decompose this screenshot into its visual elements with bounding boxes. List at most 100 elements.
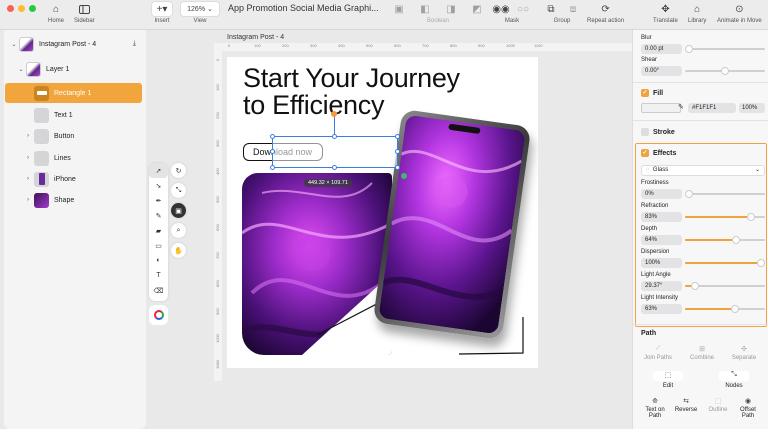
layer-item-selected[interactable]: Rectangle 1 xyxy=(5,83,142,103)
effect-param-slider[interactable] xyxy=(685,236,765,244)
close-window-button[interactable] xyxy=(7,5,14,12)
layer-item[interactable]: Text 1 xyxy=(4,105,146,125)
fill-checkbox[interactable]: ✓ xyxy=(641,89,649,97)
eyedropper-icon[interactable]: ✎ xyxy=(678,103,684,111)
fill-opacity-field[interactable]: 100% xyxy=(739,103,765,113)
chevron-right-icon[interactable]: › xyxy=(23,155,33,161)
resize-handle[interactable] xyxy=(270,134,275,139)
effect-param-slider[interactable] xyxy=(685,259,765,267)
mask-button[interactable]: ◉◉ ○○ Mask xyxy=(492,1,532,25)
layer-item[interactable]: › Lines xyxy=(4,148,146,168)
slider-knob[interactable] xyxy=(757,259,765,267)
resize-handle[interactable] xyxy=(395,134,400,139)
effect-param-field[interactable]: 29.37° xyxy=(641,281,682,291)
offset-path-button[interactable]: ◉ Offset Path xyxy=(733,397,763,419)
resize-handle[interactable] xyxy=(270,149,275,154)
crop-icon[interactable]: ▣ xyxy=(171,203,186,218)
effect-param-field[interactable]: 100% xyxy=(641,258,682,268)
join-paths-button[interactable]: ⟋ Join Paths xyxy=(643,345,673,361)
animate-in-move-button[interactable]: ⊙ Animate in Move xyxy=(717,1,762,25)
effect-type-select[interactable]: ◌ Glass ⌄ xyxy=(641,165,765,176)
outline-button[interactable]: ⬚ Outline xyxy=(703,397,733,413)
hand-icon[interactable]: ✋ xyxy=(171,243,186,258)
resize-icon[interactable]: ⤡ xyxy=(171,183,186,198)
group-button[interactable]: ⧉ ⧈ Group xyxy=(542,1,582,25)
effect-param-slider[interactable] xyxy=(685,305,765,313)
fill-swatch[interactable] xyxy=(641,103,681,113)
sidebar-button[interactable]: Sidebar xyxy=(74,1,95,24)
effect-param-field[interactable]: 63% xyxy=(641,304,682,314)
layer-item[interactable]: › Button xyxy=(4,126,146,146)
pencil-tool-icon[interactable]: ✎ xyxy=(149,208,168,223)
slider-knob[interactable] xyxy=(721,67,729,75)
translate-button[interactable]: ✥ Translate xyxy=(653,1,678,25)
rotation-handle[interactable] xyxy=(331,111,337,117)
text-on-path-button[interactable]: ⟰ Text on Path xyxy=(640,397,670,419)
resize-handle[interactable] xyxy=(332,165,337,170)
effect-param-field[interactable]: 83% xyxy=(641,212,682,222)
library-button[interactable]: ⌂ Library xyxy=(688,1,706,25)
chevron-down-icon[interactable]: ⌄ xyxy=(9,41,19,48)
fill-section[interactable]: ✓ Fill xyxy=(641,89,663,97)
chevron-right-icon[interactable]: › xyxy=(23,197,33,203)
shear-slider[interactable] xyxy=(685,67,765,75)
nodes-button[interactable]: ⤡ Nodes xyxy=(719,371,749,389)
boolean-button[interactable]: ▣ ◧ ◨ ◩ Boolean xyxy=(390,1,486,25)
anchor-handle[interactable] xyxy=(401,173,407,179)
stroke-section[interactable]: Stroke xyxy=(641,128,675,136)
pen-tool-icon[interactable]: ✒ xyxy=(149,193,168,208)
fill-hex-field[interactable]: #F1F1F1 xyxy=(688,103,736,113)
effect-param-field[interactable]: 0% xyxy=(641,189,682,199)
effect-param-slider[interactable] xyxy=(685,190,765,198)
chevron-right-icon[interactable]: › xyxy=(23,176,33,182)
rectangle-tool-icon[interactable]: ▭ xyxy=(149,238,168,253)
layer-thumbnail xyxy=(26,61,41,77)
edit-button[interactable]: ⬚ Edit xyxy=(653,371,683,389)
layer-item[interactable]: ⌄ Layer 1 xyxy=(4,59,146,79)
shear-field[interactable]: 0.00° xyxy=(641,66,682,76)
separate-button[interactable]: ✣ Separate xyxy=(729,345,759,361)
rotate-icon[interactable]: ↻ xyxy=(171,163,186,178)
effect-param-slider[interactable] xyxy=(685,213,765,221)
chevron-down-icon[interactable]: ⌄ xyxy=(16,66,26,73)
export-icon[interactable]: ⤓ xyxy=(133,40,136,48)
slider-knob[interactable] xyxy=(690,282,699,290)
zoom-control[interactable]: 126% ⌄ View xyxy=(180,1,220,24)
layer-item[interactable]: › Shape xyxy=(4,190,146,210)
combine-button[interactable]: ⊞ Combine xyxy=(687,345,717,361)
minimize-window-button[interactable] xyxy=(18,5,25,12)
blur-slider[interactable] xyxy=(685,45,765,53)
slider-knob[interactable] xyxy=(685,45,693,53)
chevron-right-icon[interactable]: › xyxy=(23,133,33,139)
zoom-icon[interactable]: ⌕ xyxy=(171,223,186,238)
resize-handle[interactable] xyxy=(395,149,400,154)
repeat-action-button[interactable]: ⟳ Repeat action xyxy=(587,1,624,25)
layer-item[interactable]: › iPhone xyxy=(4,169,146,189)
insert-button[interactable]: +▾ Insert xyxy=(151,1,173,24)
effect-param-slider[interactable] xyxy=(685,282,765,290)
node-tool-icon[interactable]: ➘ xyxy=(149,178,168,193)
glass-rectangle-selection[interactable] xyxy=(270,111,407,179)
stroke-checkbox[interactable] xyxy=(641,128,649,136)
zoom-window-button[interactable] xyxy=(29,5,36,12)
layer-artboard[interactable]: ⌄ Instagram Post - 4 ⤓ xyxy=(4,34,146,54)
effects-checkbox[interactable]: ✓ xyxy=(641,149,649,157)
blur-field[interactable]: 0.00 pt xyxy=(641,44,682,54)
reverse-button[interactable]: ⇆ Reverse xyxy=(671,397,701,413)
resize-handle[interactable] xyxy=(332,134,337,139)
home-button[interactable]: ⌂ Home xyxy=(47,1,65,25)
move-tool-icon[interactable]: ➚ xyxy=(149,163,168,178)
resize-handle[interactable] xyxy=(270,165,275,170)
color-wheel-icon[interactable] xyxy=(153,310,164,320)
brush-tool-icon[interactable]: ▰ xyxy=(149,223,168,238)
lines-thumbnail xyxy=(34,150,49,166)
effect-param-label: Depth xyxy=(641,226,658,232)
text-tool-icon[interactable]: T xyxy=(149,268,168,283)
effect-param-field[interactable]: 64% xyxy=(641,235,682,245)
fill-tool-icon[interactable]: ◐ xyxy=(149,253,168,268)
slider-knob[interactable] xyxy=(685,190,693,198)
resize-handle[interactable] xyxy=(395,165,400,170)
eraser-tool-icon[interactable]: ⌫ xyxy=(149,283,168,298)
artboard[interactable]: Start Your Journey to Efficiency Downloa… xyxy=(227,57,538,368)
effects-section[interactable]: ✓ Effects xyxy=(641,149,676,157)
